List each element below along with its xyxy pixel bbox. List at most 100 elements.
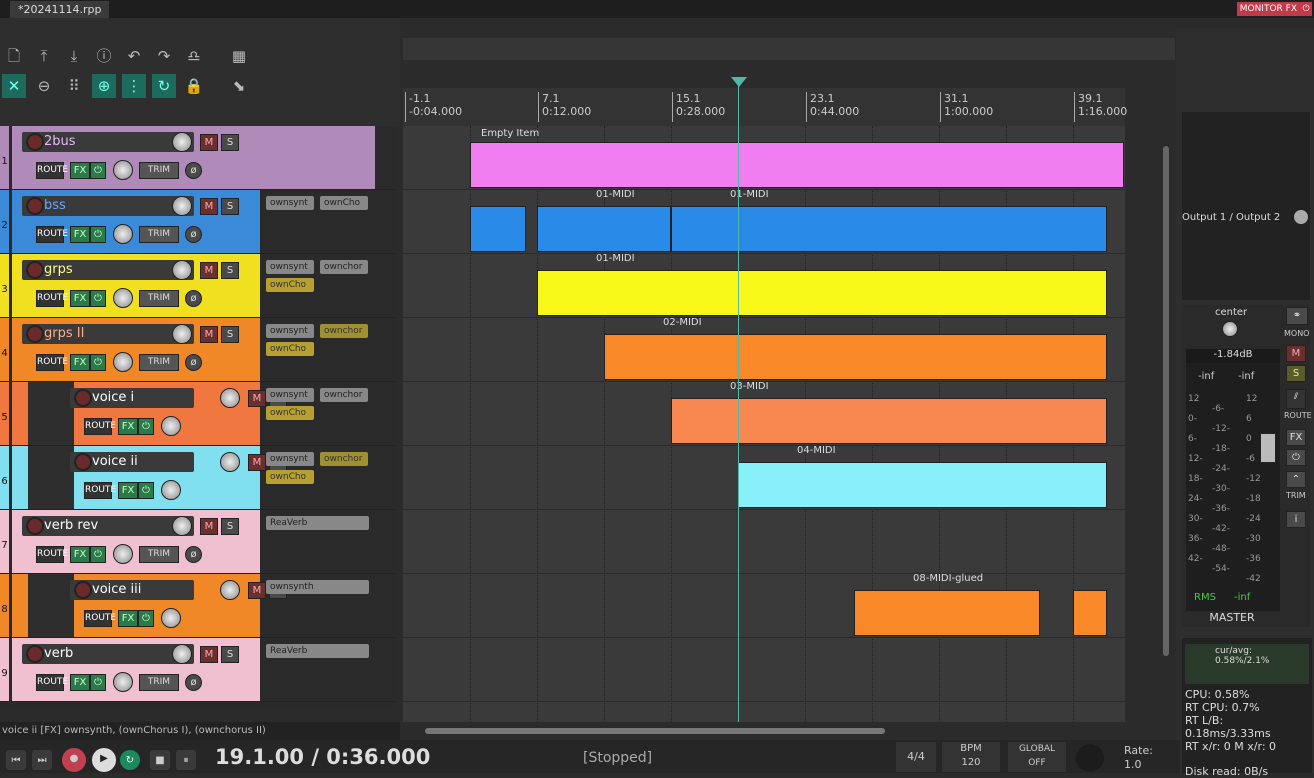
- fx-bypass-icon[interactable]: ⏻: [90, 674, 106, 691]
- midi-item[interactable]: 01-MIDI: [537, 189, 671, 252]
- fx-button[interactable]: FX: [70, 226, 90, 243]
- mute-button[interactable]: M: [200, 262, 218, 279]
- fx-bypass-icon[interactable]: ⏻: [90, 354, 106, 371]
- mute-button[interactable]: M: [200, 518, 218, 535]
- fx-chain-item[interactable]: ownCho: [266, 278, 314, 292]
- output-knob-icon[interactable]: [1294, 210, 1308, 224]
- pan-knob[interactable]: [113, 224, 133, 244]
- rate-display[interactable]: Rate: 1.0: [1124, 744, 1153, 772]
- track-name[interactable]: 2bus: [22, 132, 194, 152]
- fx-button[interactable]: FX: [70, 354, 90, 371]
- fx-bypass-icon[interactable]: ⏻: [138, 418, 154, 435]
- trim-button[interactable]: TRIM: [139, 354, 179, 371]
- power-icon[interactable]: ⏻: [1300, 2, 1312, 16]
- info-icon[interactable]: i: [1286, 511, 1306, 528]
- volume-knob[interactable]: [220, 580, 240, 600]
- volume-knob[interactable]: [172, 516, 192, 536]
- mute-button[interactable]: M: [248, 454, 266, 471]
- phase-icon[interactable]: ø: [185, 546, 202, 563]
- track-number[interactable]: 7: [0, 510, 9, 573]
- mute-button[interactable]: M: [248, 582, 266, 599]
- solo-button[interactable]: S: [221, 326, 239, 343]
- midi-item[interactable]: 02-MIDI: [604, 317, 1107, 380]
- project-tab[interactable]: *20241114.rpp: [10, 1, 110, 18]
- fx-chain-item[interactable]: ownCho: [266, 406, 314, 420]
- track-name[interactable]: grps II: [22, 324, 194, 344]
- power-icon[interactable]: ⏻: [1286, 449, 1306, 466]
- track-number[interactable]: 2: [0, 190, 9, 253]
- fx-bypass-icon[interactable]: ⏻: [90, 226, 106, 243]
- record-arm-button[interactable]: [26, 645, 44, 663]
- phase-icon[interactable]: ø: [185, 674, 202, 691]
- volume-knob[interactable]: [172, 132, 192, 152]
- track-8[interactable]: 8 voice iii M S ROUTE FX ⏻ ownsynth: [0, 574, 395, 638]
- trim-button[interactable]: TRIM: [139, 162, 179, 179]
- record-arm-button[interactable]: [26, 261, 44, 279]
- route-button[interactable]: ROUTE: [36, 226, 68, 243]
- info-icon[interactable]: ⓘ: [92, 44, 116, 68]
- repeat-icon[interactable]: ↻: [120, 750, 140, 770]
- fx-chain-item[interactable]: ownchor: [320, 452, 368, 466]
- go-start-icon[interactable]: ⏮: [6, 750, 26, 770]
- play-icon[interactable]: ▶: [92, 748, 116, 772]
- track-9[interactable]: 9 verb M S ROUTE FX ⏻ TRIM ø ReaVerb: [0, 638, 395, 702]
- stop-icon[interactable]: ■: [150, 750, 170, 770]
- mute-button[interactable]: M: [200, 326, 218, 343]
- fx-button[interactable]: FX: [118, 610, 138, 627]
- track-number[interactable]: 5: [0, 382, 9, 445]
- midi-item[interactable]: 01-MIDI: [671, 189, 1107, 252]
- record-arm-button[interactable]: [74, 389, 92, 407]
- route-button[interactable]: ROUTE: [36, 546, 68, 563]
- track-6[interactable]: 6 voice ii M S ROUTE FX ⏻ ownsyntownchor…: [0, 446, 395, 510]
- cursor-icon[interactable]: ⬊: [227, 74, 251, 98]
- solo-button[interactable]: S: [221, 518, 239, 535]
- track-number[interactable]: 1: [0, 126, 9, 189]
- route-button[interactable]: ROUTE: [84, 418, 116, 435]
- ripple-icon[interactable]: ✕: [2, 74, 26, 98]
- fx-bypass-icon[interactable]: ⏻: [90, 290, 106, 307]
- track-4[interactable]: 4 grps II M S ROUTE FX ⏻ TRIM ø ownsynt o…: [0, 318, 395, 382]
- record-arm-button[interactable]: [26, 517, 44, 535]
- output-label[interactable]: Output 1 / Output 2: [1182, 212, 1280, 223]
- track-number[interactable]: 4: [0, 318, 9, 381]
- track-3[interactable]: 3 grps M S ROUTE FX ⏻ TRIM ø ownsynt ownc…: [0, 254, 395, 318]
- track-7[interactable]: 7 verb rev M S ROUTE FX ⏻ TRIM ø ReaVerb: [0, 510, 395, 574]
- snap-grid-icon[interactable]: ⠿: [62, 74, 86, 98]
- fx-chain-item[interactable]: ownsynt: [266, 452, 314, 466]
- master-mute-button[interactable]: M: [1286, 345, 1306, 362]
- route-button[interactable]: ROUTE: [36, 354, 68, 371]
- record-icon[interactable]: ●: [62, 748, 86, 772]
- rate-knob[interactable]: [1076, 744, 1104, 772]
- pan-knob[interactable]: [161, 480, 181, 500]
- pan-knob[interactable]: [161, 416, 181, 436]
- trim-button[interactable]: TRIM: [139, 226, 179, 243]
- undo-icon[interactable]: ↶: [122, 44, 146, 68]
- route-button[interactable]: ROUTE: [36, 290, 68, 307]
- volume-knob[interactable]: [220, 452, 240, 472]
- fx-bypass-icon[interactable]: ⏻: [90, 162, 106, 179]
- fx-bypass-icon[interactable]: ⏻: [90, 546, 106, 563]
- pan-knob[interactable]: [113, 672, 133, 692]
- pan-knob[interactable]: [1222, 321, 1238, 337]
- fx-chain-item[interactable]: ownchor: [320, 388, 368, 402]
- volume-knob[interactable]: [172, 644, 192, 664]
- fx-bypass-icon[interactable]: ⏻: [138, 610, 154, 627]
- midi-item[interactable]: 01-MIDI: [537, 253, 1107, 316]
- vertical-scrollbar[interactable]: [1160, 126, 1172, 726]
- pan-knob[interactable]: [161, 608, 181, 628]
- volume-knob[interactable]: [172, 196, 192, 216]
- pan-knob[interactable]: [113, 160, 133, 180]
- volume-knob[interactable]: [172, 324, 192, 344]
- trim-envelope-icon[interactable]: ⌃: [1286, 471, 1306, 488]
- track-number[interactable]: 6: [0, 446, 9, 509]
- redo-icon[interactable]: ↷: [152, 44, 176, 68]
- pan-knob[interactable]: [113, 544, 133, 564]
- grid-icon[interactable]: ▦: [227, 44, 251, 68]
- fx-chain-item[interactable]: ownsynt: [266, 324, 314, 338]
- track-name[interactable]: verb rev: [22, 516, 194, 536]
- open-icon[interactable]: ⤒: [32, 44, 56, 68]
- track-number[interactable]: 9: [0, 638, 9, 701]
- mute-button[interactable]: M: [248, 390, 266, 407]
- track-1[interactable]: 1 2bus M S ROUTE FX ⏻ TRIM ø: [0, 126, 395, 190]
- record-arm-button[interactable]: [26, 325, 44, 343]
